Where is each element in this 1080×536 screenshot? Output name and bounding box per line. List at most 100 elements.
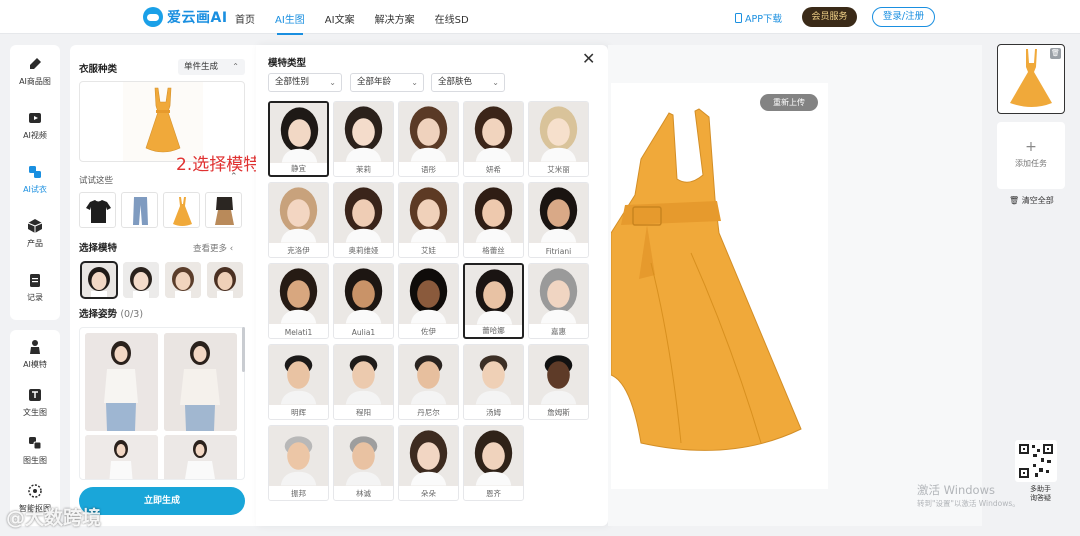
trash-icon[interactable]: 🗑 xyxy=(1050,48,1061,59)
model-card[interactable]: 嘉惠 xyxy=(528,263,589,339)
try-item-tshirt[interactable] xyxy=(79,192,116,228)
sidebar-item-label: 文生图 xyxy=(23,408,47,417)
model-face-icon xyxy=(464,426,523,486)
model-card[interactable]: 詹姆斯 xyxy=(528,344,589,420)
reupload-button[interactable]: 重新上传 xyxy=(760,94,818,111)
model-name: 嘉惠 xyxy=(551,327,566,336)
model-name: 妍希 xyxy=(486,165,501,174)
view-more-link[interactable]: 查看更多 ‹ xyxy=(193,242,233,254)
generate-button[interactable]: 立即生成 xyxy=(79,487,245,515)
model-face-icon xyxy=(529,102,588,162)
model-card[interactable]: 静宜 xyxy=(268,101,329,177)
pose-option-3[interactable] xyxy=(85,435,158,479)
person-icon xyxy=(30,340,40,354)
model-card[interactable]: 克洛伊 xyxy=(268,182,329,258)
sidebar-item-brush[interactable]: AI商品图 xyxy=(10,56,60,87)
sidebar-item-image-image[interactable]: 图生图 xyxy=(10,435,60,466)
gender-filter[interactable]: 全部性别 ⌄ xyxy=(268,73,342,92)
nav-item-2[interactable]: AI文案 xyxy=(325,11,355,26)
model-face-icon xyxy=(464,183,523,243)
pose-option-4[interactable] xyxy=(164,435,237,479)
assistant-widget[interactable]: 多助手 询答疑 xyxy=(1030,485,1051,503)
try-these-label: 试试这些 xyxy=(79,176,114,186)
login-button[interactable]: 登录/注册 xyxy=(872,7,935,27)
model-card[interactable]: 恩齐 xyxy=(463,425,524,501)
model-card[interactable]: 明辉 xyxy=(268,344,329,420)
close-icon[interactable]: ✕ xyxy=(582,51,595,67)
model-selector-modal: 模特类型 ✕ 全部性别 ⌄ 全部年龄 ⌄ 全部肤色 ⌄ 静宜 茉莉 语彤 妍希 艾米丽 克洛伊 奥… xyxy=(256,45,608,526)
select-model-title: 选择模特 xyxy=(79,243,118,254)
skin-filter[interactable]: 全部肤色 ⌄ xyxy=(431,73,505,92)
qr-code[interactable] xyxy=(1015,440,1057,482)
model-face-icon xyxy=(529,183,588,243)
model-card[interactable]: Melati1 xyxy=(268,263,329,339)
sidebar-item-cube[interactable]: 产品 xyxy=(10,218,60,249)
try-item-skirt-set[interactable] xyxy=(205,192,242,228)
sidebar-item-label: 产品 xyxy=(27,239,43,248)
model-card[interactable]: 蕾哈娜 xyxy=(463,263,524,339)
model-thumb-3[interactable] xyxy=(165,262,201,298)
add-task-button[interactable]: + 添加任务 xyxy=(997,122,1065,189)
model-thumb-1[interactable] xyxy=(80,261,118,299)
model-face-icon xyxy=(269,183,328,243)
model-face-icon xyxy=(464,345,523,405)
sidebar-tools: AI商品图 AI视频 AI试衣产品记录 xyxy=(10,45,60,320)
plus-icon: + xyxy=(1025,139,1037,155)
model-card[interactable]: 朵朵 xyxy=(398,425,459,501)
model-card[interactable]: 林诚 xyxy=(333,425,394,501)
task-thumbnail[interactable]: 🗑 xyxy=(997,44,1065,114)
model-face-icon xyxy=(269,264,328,324)
model-card[interactable]: 茉莉 xyxy=(333,101,394,177)
model-thumb-2[interactable] xyxy=(123,262,159,298)
vip-button[interactable]: 会员服务 xyxy=(802,7,857,27)
sidebar-item-video[interactable]: AI视频 xyxy=(10,110,60,141)
model-card[interactable]: 格蕾丝 xyxy=(463,182,524,258)
model-card[interactable]: Aulia1 xyxy=(333,263,394,339)
nav-item-4[interactable]: 在线SD xyxy=(435,11,469,26)
try-item-dress[interactable] xyxy=(163,192,200,228)
pose-scrollbar[interactable] xyxy=(242,327,245,372)
try-item-jeans[interactable] xyxy=(121,192,158,228)
cutout-icon xyxy=(28,484,42,498)
model-card[interactable]: 妍希 xyxy=(463,101,524,177)
sidebar-item-person[interactable]: AI模特 xyxy=(10,339,60,370)
model-card[interactable]: 振邦 xyxy=(268,425,329,501)
model-card[interactable]: 丹尼尔 xyxy=(398,344,459,420)
clear-all-button[interactable]: 🗑 清空全部 xyxy=(1009,195,1054,206)
model-face-icon xyxy=(334,426,393,486)
brand-logo[interactable]: 爱云画AI xyxy=(143,7,228,27)
sidebar-item-label: AI试衣 xyxy=(23,185,47,194)
model-card[interactable]: 程阳 xyxy=(333,344,394,420)
model-card[interactable]: 汤姆 xyxy=(463,344,524,420)
uploaded-garment-image[interactable] xyxy=(611,83,828,489)
model-thumb-4[interactable] xyxy=(207,262,243,298)
model-portrait xyxy=(529,102,588,162)
nav-item-0[interactable]: 首页 xyxy=(235,11,255,26)
age-filter[interactable]: 全部年龄 ⌄ xyxy=(350,73,424,92)
model-card[interactable]: 艾娃 xyxy=(398,182,459,258)
model-face-icon xyxy=(529,264,588,324)
sidebar-item-clipboard[interactable]: 记录 xyxy=(10,272,60,303)
model-card[interactable]: 佐伊 xyxy=(398,263,459,339)
model-portrait xyxy=(334,345,393,405)
mode-dropdown[interactable]: 单件生成 ⌃ xyxy=(178,59,245,75)
model-name: Melati1 xyxy=(284,328,313,337)
pose-option-2[interactable] xyxy=(164,333,237,431)
model-name: 茉莉 xyxy=(356,165,371,174)
model-portrait xyxy=(334,426,393,486)
model-card[interactable]: 艾米丽 xyxy=(528,101,589,177)
clipboard-icon xyxy=(30,274,40,287)
nav-item-1[interactable]: AI生图 xyxy=(275,11,305,35)
app-download-link[interactable]: APP下载 xyxy=(735,11,782,25)
pose-figure xyxy=(164,435,237,479)
sidebar-item-label: 记录 xyxy=(27,293,43,302)
sidebar-item-shirt[interactable]: AI试衣 xyxy=(10,164,60,195)
sidebar-item-label: AI视频 xyxy=(23,131,47,140)
windows-activation-line1: 激活 Windows xyxy=(917,483,995,497)
model-card[interactable]: 语彤 xyxy=(398,101,459,177)
model-card[interactable]: Fitriani xyxy=(528,182,589,258)
pose-option-1[interactable] xyxy=(85,333,158,431)
sidebar-item-text-image[interactable]: 文生图 xyxy=(10,387,60,418)
model-card[interactable]: 奥莉维娅 xyxy=(333,182,394,258)
nav-item-3[interactable]: 解决方案 xyxy=(375,11,415,26)
